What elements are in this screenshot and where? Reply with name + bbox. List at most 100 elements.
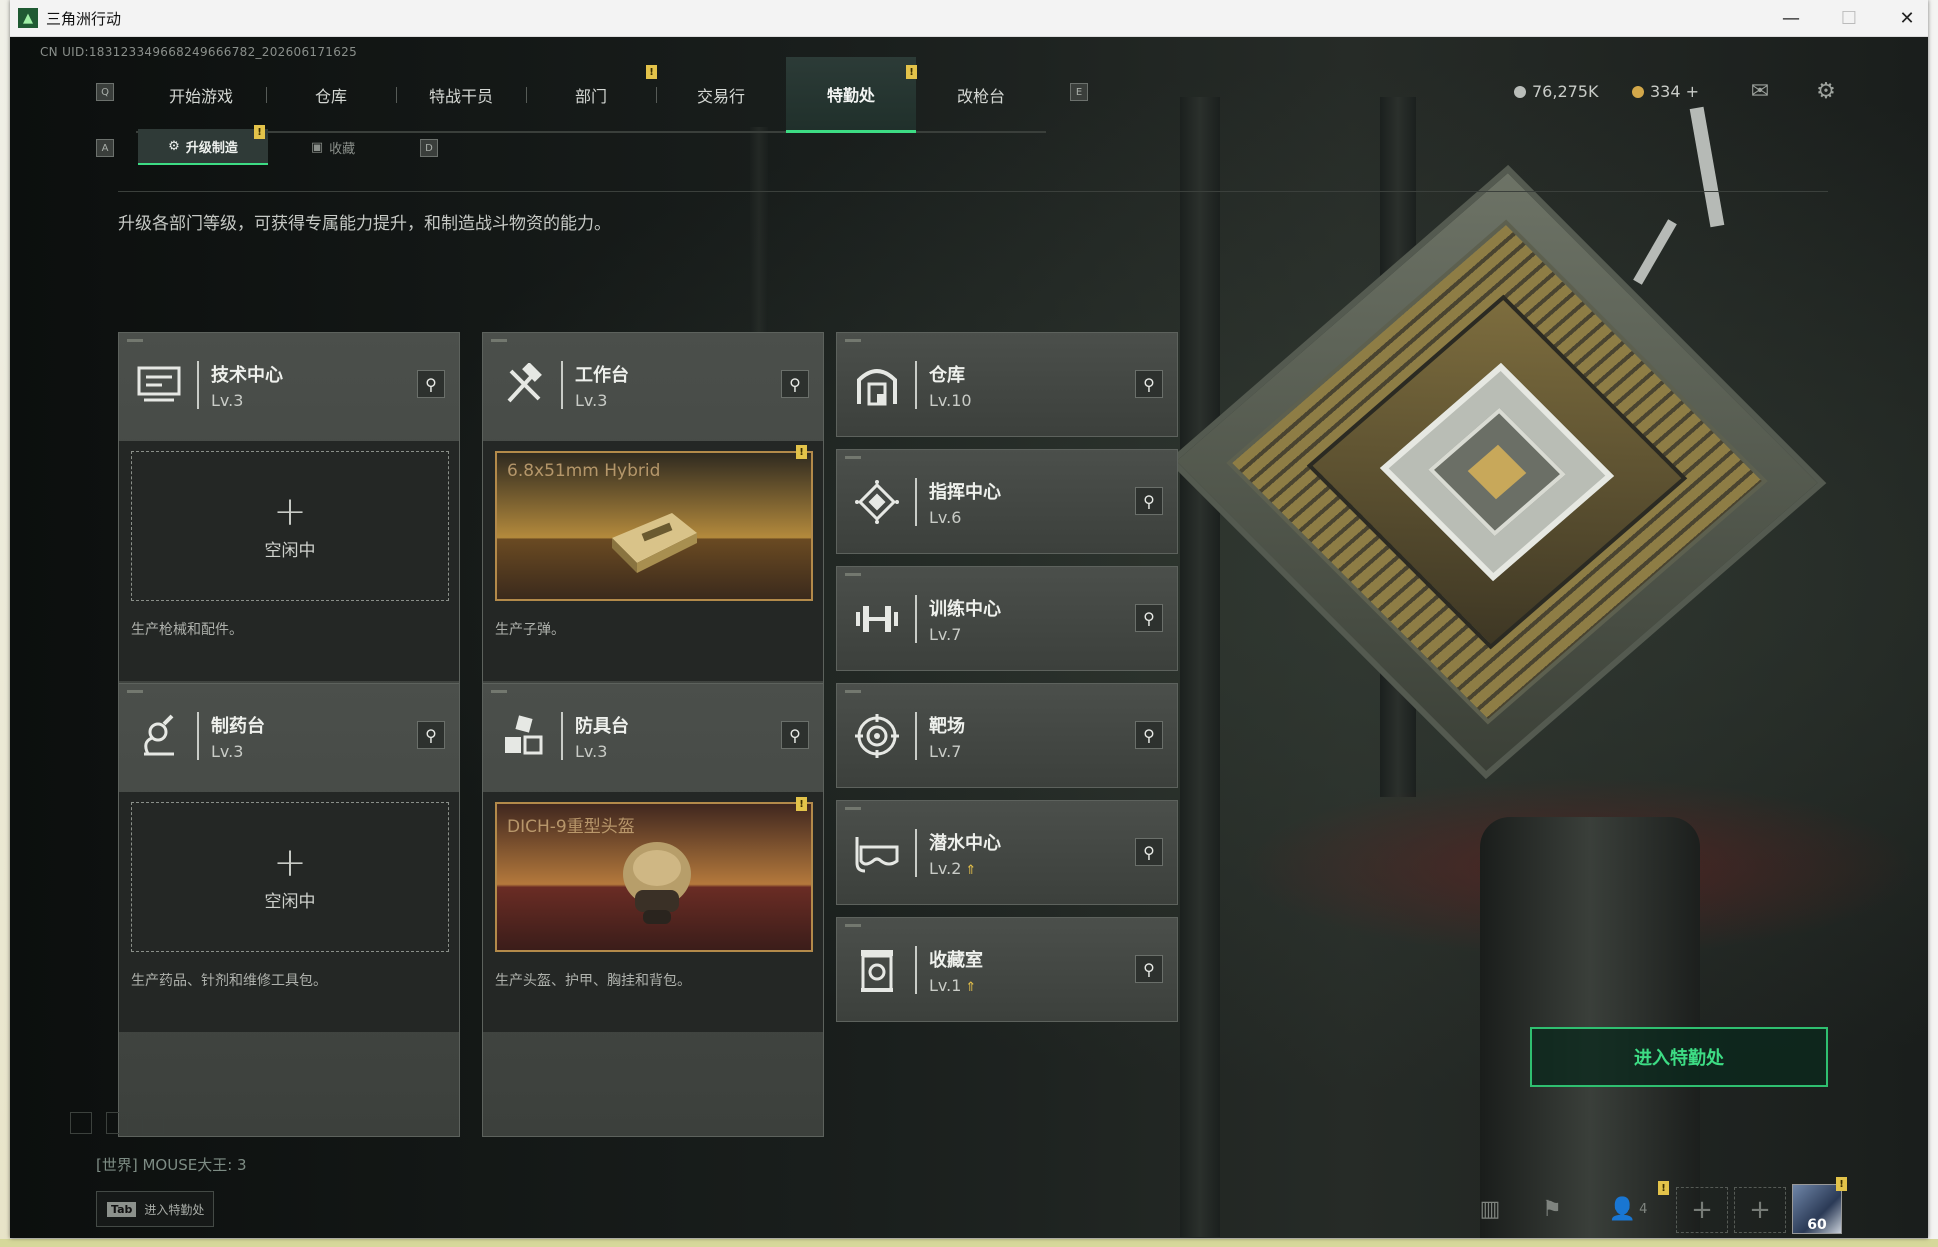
nav-next-key-hint: E bbox=[1070, 83, 1088, 101]
search-icon[interactable]: ⚲ bbox=[1135, 487, 1163, 515]
station-name: 靶场 bbox=[929, 716, 965, 737]
search-icon[interactable]: ⚲ bbox=[1135, 721, 1163, 749]
station-name: 收藏室 bbox=[929, 950, 983, 971]
page-description: 升级各部门等级，可获得专属能力提升，和制造战斗物资的能力。 bbox=[118, 214, 611, 234]
dumbbell-icon bbox=[849, 589, 905, 649]
search-icon[interactable]: ⚲ bbox=[1135, 838, 1163, 866]
coin-balance[interactable]: 76,275K bbox=[1514, 82, 1598, 101]
desktop-right-edge bbox=[1928, 0, 1938, 1247]
idle-slot[interactable]: + 空闲中 bbox=[131, 451, 449, 601]
station-level: Lv.7 bbox=[929, 625, 962, 644]
tab-key: Tab bbox=[107, 1201, 137, 1217]
team-slot-add[interactable]: + bbox=[1734, 1187, 1786, 1233]
warehouse-icon bbox=[849, 355, 905, 415]
maximize-button[interactable]: ☐ bbox=[1820, 0, 1878, 37]
station-name: 指挥中心 bbox=[929, 482, 1001, 503]
nav-department[interactable]: 部门 bbox=[526, 57, 656, 133]
nav-warehouse[interactable]: 仓库 bbox=[266, 57, 396, 133]
subtab-collection[interactable]: ▣ 收藏 bbox=[268, 129, 398, 165]
nav-trade[interactable]: 交易行 bbox=[656, 57, 786, 133]
station-card-warehouse[interactable]: 仓库 Lv.10 ⚲ bbox=[836, 332, 1178, 437]
window-title: 三角洲行动 bbox=[46, 9, 122, 28]
nav-special-ops[interactable]: 特勤处 bbox=[786, 57, 916, 133]
station-card-diving-center[interactable]: 潜水中心 Lv.2 ⇑ ⚲ bbox=[836, 800, 1178, 905]
production-slot[interactable]: DICH-9重型头盔 bbox=[495, 802, 813, 952]
team-slot-add[interactable]: + bbox=[1676, 1187, 1728, 1233]
avatar-alert-badge: ! bbox=[1836, 1177, 1847, 1191]
tab-hint-label: 进入特勤处 bbox=[144, 1202, 205, 1217]
mail-icon[interactable]: ✉ bbox=[1744, 77, 1776, 105]
search-icon[interactable]: ⚲ bbox=[1135, 955, 1163, 983]
idle-slot[interactable]: + 空闲中 bbox=[131, 802, 449, 952]
station-level-row: Lv.1 ⇑ bbox=[929, 976, 976, 995]
search-icon[interactable]: ⚲ bbox=[781, 721, 809, 749]
upgrade-alert-badge: ! bbox=[254, 125, 265, 139]
department-alert-badge: ! bbox=[646, 65, 657, 79]
station-card-command-center[interactable]: 指挥中心 Lv.6 ⚲ bbox=[836, 449, 1178, 554]
nav-prev-key-hint: Q bbox=[96, 83, 114, 101]
station-level: Lv.6 bbox=[929, 508, 962, 527]
settings-gear-icon[interactable]: ⚙ bbox=[1810, 77, 1842, 105]
tab-shortcut-hint[interactable]: Tab 进入特勤处 bbox=[96, 1191, 214, 1227]
friends-button[interactable]: 👤 4 bbox=[1600, 1187, 1656, 1231]
world-chat-message[interactable]: [世界] MOUSE大王: 3 bbox=[96, 1154, 247, 1175]
station-description: 生产枪械和配件。 bbox=[131, 622, 243, 638]
cubes-icon bbox=[495, 706, 551, 766]
coin-amount: 76,275K bbox=[1532, 82, 1599, 101]
desktop-bottom-edge bbox=[0, 1239, 1938, 1247]
game-window: ▲ 三角洲行动 — ☐ ✕ CN UID:1831233496682496667… bbox=[10, 0, 1928, 1238]
search-icon[interactable]: ⚲ bbox=[1135, 604, 1163, 632]
quick-slot[interactable] bbox=[142, 1112, 164, 1134]
station-card-collection-room[interactable]: 收藏室 Lv.1 ⇑ ⚲ bbox=[836, 917, 1178, 1022]
search-icon[interactable]: ⚲ bbox=[417, 721, 445, 749]
upgrade-gear-icon: ⚙ bbox=[168, 138, 180, 154]
microscope-icon bbox=[131, 706, 187, 766]
station-card-pharmacy[interactable]: 制药台 Lv.3 ⚲ + 空闲中 生产药品、针剂和维修工具包。 bbox=[118, 683, 460, 1137]
nav-start-game[interactable]: 开始游戏 bbox=[136, 57, 266, 133]
flag-icon[interactable]: ⚑ bbox=[1532, 1187, 1572, 1231]
station-level: Lv.3 bbox=[575, 391, 608, 410]
subtab-next-key-hint: D bbox=[420, 139, 438, 157]
station-level: Lv.3 bbox=[575, 742, 608, 761]
crosshair-icon bbox=[849, 706, 905, 766]
nav-gunsmith[interactable]: 改枪台 bbox=[916, 57, 1046, 133]
station-level: Lv.10 bbox=[929, 391, 972, 410]
search-icon[interactable]: ⚲ bbox=[1135, 370, 1163, 398]
friends-count: 4 bbox=[1639, 1201, 1648, 1217]
quick-slot[interactable] bbox=[70, 1112, 92, 1134]
add-plus-icon: + bbox=[273, 839, 307, 886]
upgrade-available-icon: ⇑ bbox=[965, 980, 977, 995]
minimize-button[interactable]: — bbox=[1762, 0, 1820, 37]
search-icon[interactable]: ⚲ bbox=[417, 370, 445, 398]
close-button[interactable]: ✕ bbox=[1878, 0, 1936, 37]
station-card-training-center[interactable]: 训练中心 Lv.7 ⚲ bbox=[836, 566, 1178, 671]
premium-balance[interactable]: 334 + bbox=[1632, 82, 1699, 101]
station-description: 生产药品、针剂和维修工具包。 bbox=[131, 973, 327, 989]
app-logo-icon: ▲ bbox=[18, 8, 38, 28]
search-icon[interactable]: ⚲ bbox=[781, 370, 809, 398]
sub-tabs: ⚙ 升级制造 ▣ 收藏 bbox=[138, 129, 398, 165]
product-name: 6.8x51mm Hybrid bbox=[507, 461, 661, 481]
bg-pillar bbox=[1180, 97, 1220, 1237]
station-level-row: Lv.2 ⇑ bbox=[929, 859, 976, 878]
station-level: Lv.3 bbox=[211, 742, 244, 761]
production-slot[interactable]: 6.8x51mm Hybrid bbox=[495, 451, 813, 601]
station-level: Lv.2 bbox=[929, 859, 962, 878]
stats-chart-icon[interactable]: ▥ bbox=[1470, 1187, 1510, 1231]
diving-mask-icon bbox=[849, 823, 905, 883]
premium-coin-icon bbox=[1632, 85, 1644, 98]
station-card-shooting-range[interactable]: 靶场 Lv.7 ⚲ bbox=[836, 683, 1178, 788]
subtab-prev-key-hint: A bbox=[96, 139, 114, 157]
add-plus-icon: + bbox=[273, 488, 307, 535]
station-name: 仓库 bbox=[929, 365, 965, 386]
quick-slot[interactable] bbox=[106, 1112, 128, 1134]
station-name: 训练中心 bbox=[929, 599, 1001, 620]
enter-special-ops-button[interactable]: 进入特勤处 bbox=[1530, 1027, 1828, 1087]
station-card-armor-bench[interactable]: 防具台 Lv.3 ⚲ DICH-9重型头盔 生产头盔、护甲、胸挂和背包。 bbox=[482, 683, 824, 1137]
nav-operators[interactable]: 特战干员 bbox=[396, 57, 526, 133]
subtab-upgrade-craft[interactable]: ⚙ 升级制造 bbox=[138, 129, 268, 165]
player-avatar[interactable]: 60 bbox=[1792, 1184, 1842, 1234]
armor-alert-badge: ! bbox=[796, 797, 807, 811]
premium-amount: 334 + bbox=[1650, 82, 1700, 101]
special-ops-alert-badge: ! bbox=[906, 65, 917, 79]
